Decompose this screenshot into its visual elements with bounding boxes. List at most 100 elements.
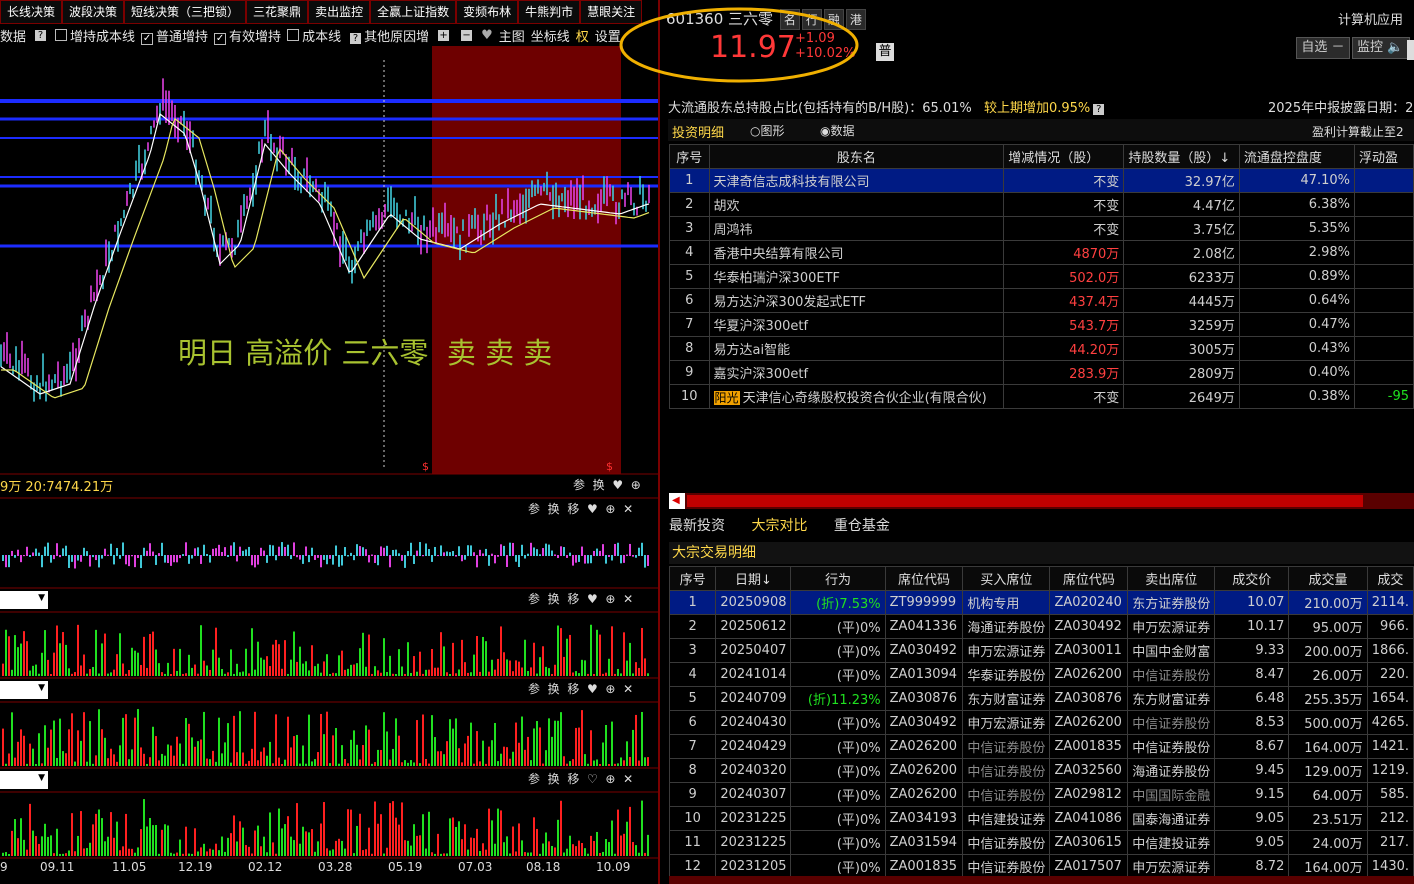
holder-row[interactable]: 4 香港中央结算有限公司 4870万 2.08亿 2.98% <box>669 240 1414 265</box>
scroll-thumb[interactable] <box>687 495 1363 507</box>
holder-row[interactable]: 9 嘉实沪深300etf 283.9万 2809万 0.40% <box>669 360 1414 385</box>
bottom-scrollbar[interactable] <box>669 876 1414 884</box>
strategy-tab[interactable]: 短线决策（三把锁） <box>124 0 247 24</box>
block-trade-row[interactable]: 9 20240307 (平)0% ZA026200 中信证券股份 ZA029812 中国国际… <box>668 782 1414 807</box>
column-header[interactable]: 成交价 <box>1214 566 1290 591</box>
close-icon[interactable]: ✕ <box>623 682 633 696</box>
indicator-dropdown[interactable]: ▼ <box>0 681 48 699</box>
column-header[interactable]: 成交 <box>1366 566 1414 591</box>
column-header[interactable]: 席位代码 <box>1049 566 1129 591</box>
close-icon[interactable]: ✕ <box>623 772 633 786</box>
column-header[interactable]: 日期↓ <box>715 566 792 591</box>
strategy-tab[interactable]: 全赢上证指数 <box>370 0 457 24</box>
strategy-tab[interactable]: 波段决策 <box>62 0 125 24</box>
monitor-button[interactable]: 监控 🔈 <box>1352 37 1410 59</box>
heart-icon[interactable]: ♥ <box>587 502 598 516</box>
switch-button[interactable]: 换 <box>548 592 560 606</box>
column-header[interactable]: 卖出席位 <box>1127 566 1216 591</box>
block-trade-row[interactable]: 2 20250612 (平)0% ZA041336 海通证券股份 ZA030492 申万宏源… <box>668 614 1414 639</box>
settings-button[interactable]: 设置 <box>595 26 621 45</box>
split-divider[interactable] <box>658 0 660 884</box>
zoom-icon[interactable]: ⊕ <box>605 502 615 516</box>
cost-line-toggle[interactable]: 成本线 <box>287 26 341 45</box>
tab-block-compare[interactable]: 大宗对比 <box>751 518 807 534</box>
kline-chart-area[interactable]: $ $ <box>0 46 660 884</box>
holder-row[interactable]: 1 天津奇信志成科技有限公司 不变 32.97亿 47.10% <box>669 168 1414 193</box>
block-trade-row[interactable]: 12 20231205 (平)0% ZA001835 中信证券股份 ZA017507 申万宏… <box>668 854 1414 879</box>
move-button[interactable]: 移 <box>567 772 579 786</box>
main-chart-button[interactable]: 主图 <box>499 26 525 45</box>
heart-icon[interactable]: ♡ <box>587 772 598 786</box>
param-button[interactable]: 参 <box>528 592 540 606</box>
plus-icon[interactable]: + <box>438 29 450 41</box>
holder-row[interactable]: 7 华夏沪深300etf 543.7万 3259万 0.47% <box>669 312 1414 337</box>
block-trade-row[interactable]: 11 20231225 (平)0% ZA031594 中信证券股份 ZA030615 中信建… <box>668 830 1414 855</box>
block-trade-row[interactable]: 4 20241014 (平)0% ZA013094 华泰证券股份 ZA026200 中信证券… <box>668 662 1414 687</box>
column-header[interactable]: 增减情况（股） <box>1003 144 1125 169</box>
strategy-tab[interactable]: 牛熊判市 <box>518 0 581 24</box>
block-trade-row[interactable]: 1 20250908 (折)7.53% ZT999999 机构专用 ZA020240 东方证… <box>668 590 1414 615</box>
column-header[interactable]: 买入席位 <box>962 566 1051 591</box>
pu-badge[interactable]: 普 <box>876 43 894 61</box>
indicator-dropdown[interactable]: ▼ <box>0 771 48 789</box>
block-trade-row[interactable]: 8 20240320 (平)0% ZA026200 中信证券股份 ZA032560 海通证券… <box>668 758 1414 783</box>
tab-latest-investment[interactable]: 最新投资 <box>669 518 725 534</box>
normal-zengchi-toggle[interactable]: ✓ 普通增持 <box>141 26 208 45</box>
column-header[interactable]: 行为 <box>790 566 886 591</box>
radio-graph[interactable]: ○图形 <box>750 122 785 139</box>
quan-button[interactable]: 权 <box>576 26 589 45</box>
help-icon[interactable]: ? <box>1093 104 1105 115</box>
coord-line-button[interactable]: 坐标线 <box>531 26 570 45</box>
holder-row[interactable]: 10 阳光 天津信心奇缘股权投资合伙企业(有限合伙) 不变 2649万 0.38% -95 <box>669 384 1414 409</box>
holder-row[interactable]: 5 华泰柏瑞沪深300ETF 502.0万 6233万 0.89% <box>669 264 1414 289</box>
zoom-icon[interactable]: ⊕ <box>631 478 641 492</box>
holder-row[interactable]: 2 胡欢 不变 4.47亿 6.38% <box>669 192 1414 217</box>
move-button[interactable]: 移 <box>567 502 579 516</box>
move-button[interactable]: 移 <box>567 682 579 696</box>
close-icon[interactable]: ✕ <box>623 502 633 516</box>
help-icon[interactable]: ? <box>35 29 47 41</box>
heart-icon[interactable]: ♥ <box>481 28 493 43</box>
block-trade-row[interactable]: 6 20240430 (平)0% ZA030492 申万宏源证券 ZA026200 中信证券… <box>668 710 1414 735</box>
heart-icon[interactable]: ♥ <box>587 592 598 606</box>
indicator-dropdown[interactable]: ▼ <box>0 591 48 609</box>
tab-heavy-funds[interactable]: 重仓基金 <box>834 518 890 534</box>
column-header[interactable]: 成交量 <box>1288 566 1368 591</box>
zengchi-cost-toggle[interactable]: 增持成本线 <box>55 26 135 45</box>
holder-row[interactable]: 3 周鸿祎 不变 3.75亿 5.35% <box>669 216 1414 241</box>
zoom-icon[interactable]: ⊕ <box>605 772 615 786</box>
industry-label[interactable]: 计算机应用 <box>1338 9 1403 28</box>
switch-button[interactable]: 换 <box>548 502 560 516</box>
data-label[interactable]: 数据 <box>0 26 26 45</box>
block-trade-row[interactable]: 3 20250407 (平)0% ZA030492 申万宏源证券 ZA030011 中国中金… <box>668 638 1414 663</box>
switch-button[interactable]: 换 <box>548 682 560 696</box>
column-header[interactable]: 浮动盈 <box>1354 144 1414 169</box>
switch-button[interactable]: 换 <box>548 772 560 786</box>
column-header[interactable]: 持股数量（股）↓ <box>1123 144 1240 169</box>
heart-icon[interactable]: ♥ <box>612 478 623 492</box>
param-button[interactable]: 参 <box>528 502 540 516</box>
zoom-icon[interactable]: ⊕ <box>605 592 615 606</box>
block-trade-row[interactable]: 5 20240709 (折)11.23% ZA030876 东方财富证券 ZA030876… <box>668 686 1414 711</box>
column-header[interactable]: 流通盘控盘度 <box>1238 144 1356 169</box>
param-button[interactable]: 参 <box>573 478 585 492</box>
block-trade-row[interactable]: 7 20240429 (平)0% ZA026200 中信证券股份 ZA001835 中信证券… <box>668 734 1414 759</box>
param-button[interactable]: 参 <box>528 682 540 696</box>
holder-row[interactable]: 6 易方达沪深300发起式ETF 437.4万 4445万 0.64% <box>669 288 1414 313</box>
heart-icon[interactable]: ♥ <box>587 682 598 696</box>
holder-row[interactable]: 8 易方达ai智能 44.20万 3005万 0.43% <box>669 336 1414 361</box>
add-watchlist-button[interactable]: 自选 － <box>1296 37 1350 59</box>
scroll-left-arrow[interactable]: ◀ <box>669 493 685 509</box>
param-button[interactable]: 参 <box>528 772 540 786</box>
column-header[interactable]: 席位代码 <box>884 566 964 591</box>
strategy-tab[interactable]: 变频布林 <box>456 0 519 24</box>
zoom-icon[interactable]: ⊕ <box>605 682 615 696</box>
move-button[interactable]: 移 <box>567 592 579 606</box>
horizontal-scrollbar[interactable]: ◀ <box>669 493 1414 509</box>
valid-zengchi-toggle[interactable]: ✓ 有效增持 <box>214 26 281 45</box>
strategy-tab[interactable]: 长线决策 <box>0 0 63 24</box>
column-header[interactable]: 股东名 <box>708 144 1005 169</box>
close-icon[interactable]: ✕ <box>623 592 633 606</box>
strategy-tab[interactable]: 卖出监控 <box>308 0 371 24</box>
strategy-tab[interactable]: 三花聚鼎 <box>246 0 309 24</box>
